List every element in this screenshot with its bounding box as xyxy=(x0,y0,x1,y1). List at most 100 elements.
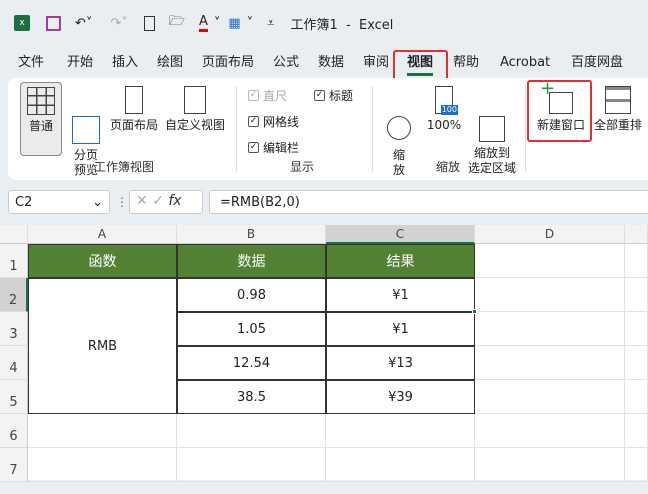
empty-cell[interactable] xyxy=(475,312,625,346)
row-header-1[interactable]: 1 xyxy=(0,244,28,278)
check-icon: ✓ xyxy=(314,90,325,101)
column-header-a[interactable]: A xyxy=(28,225,177,244)
empty-cell[interactable] xyxy=(625,244,648,278)
active-cell-c2[interactable]: ¥1 xyxy=(326,278,475,312)
check-icon: ✓ xyxy=(248,90,259,101)
data-cell-b[interactable]: 1.05 xyxy=(177,312,326,346)
chevron-down-icon: ⌄ xyxy=(92,195,103,210)
tab-review[interactable]: 审阅 xyxy=(363,52,389,74)
gridlines-checkbox[interactable]: ✓ 网格线 xyxy=(248,113,299,130)
table-header-cell[interactable]: 数据 xyxy=(177,244,326,278)
tab-home[interactable]: 开始 xyxy=(67,52,93,74)
column-header-d[interactable]: D xyxy=(475,225,625,244)
page-break-icon xyxy=(72,116,100,144)
custom-views-button[interactable]: 自定义视图 xyxy=(163,86,227,133)
save-icon[interactable] xyxy=(46,15,61,31)
formula-bar: C2 ⌄ ⋮ ✕ ✓ fx =RMB(B2,0) xyxy=(0,186,648,220)
row-header-6[interactable]: 6 xyxy=(0,414,28,448)
redo-icon[interactable]: ↷˅ xyxy=(110,16,127,31)
empty-cell[interactable] xyxy=(475,414,625,448)
result-cell-c[interactable]: ¥39 xyxy=(326,380,475,414)
tab-insert[interactable]: 插入 xyxy=(112,52,138,74)
table-header-cell[interactable]: 函数 xyxy=(28,244,177,278)
page-icon xyxy=(125,86,143,114)
zoom-100-button[interactable]: 100 100% xyxy=(424,86,464,133)
more-icon: ⋮ xyxy=(116,195,128,209)
empty-cell[interactable] xyxy=(475,278,625,312)
formula-input[interactable]: =RMB(B2,0) xyxy=(209,190,648,214)
data-cell-b[interactable]: 12.54 xyxy=(177,346,326,380)
row-header-5[interactable]: 5 xyxy=(0,380,28,414)
new-file-icon[interactable] xyxy=(143,15,155,31)
tab-file[interactable]: 文件 xyxy=(18,52,44,74)
tab-data[interactable]: 数据 xyxy=(318,52,344,74)
undo-icon[interactable]: ↶˅ xyxy=(75,16,92,31)
arrange-all-icon xyxy=(605,86,631,114)
open-folder-icon[interactable]: 🗁 xyxy=(169,12,185,34)
tab-page-layout[interactable]: 页面布局 xyxy=(202,52,254,74)
empty-cell[interactable] xyxy=(625,448,648,482)
empty-cell[interactable] xyxy=(625,346,648,380)
empty-cell[interactable] xyxy=(625,414,648,448)
zoom-button[interactable]: 缩 放 xyxy=(382,86,416,178)
fill-handle[interactable] xyxy=(472,309,477,314)
zoom-selection-icon xyxy=(479,116,505,142)
tab-help[interactable]: 帮助 xyxy=(453,52,479,74)
enter-icon[interactable]: ✓ xyxy=(152,193,164,209)
empty-cell[interactable] xyxy=(475,346,625,380)
empty-cell[interactable] xyxy=(625,312,648,346)
column-header-c[interactable]: C xyxy=(326,225,475,244)
excel-logo-icon: x xyxy=(14,15,30,31)
borders-icon[interactable]: ▦ xyxy=(228,16,240,31)
zoom-to-selection-button[interactable]: 缩放到 选定区域 xyxy=(466,86,518,176)
empty-cell[interactable] xyxy=(625,278,648,312)
check-icon: ✓ xyxy=(248,142,259,153)
merged-cell-a2-a5[interactable]: RMB xyxy=(28,278,177,414)
row-header-3[interactable]: 3 xyxy=(0,312,28,346)
insert-function-button[interactable]: fx xyxy=(168,193,181,209)
row-header-2[interactable]: 2 xyxy=(0,278,28,312)
formula-buttons: ✕ ✓ fx xyxy=(129,190,203,214)
tab-formulas[interactable]: 公式 xyxy=(273,52,299,74)
ruler-checkbox[interactable]: ✓ 直尺 xyxy=(248,87,287,104)
empty-cell[interactable] xyxy=(475,448,625,482)
spreadsheet-grid: A B C D 1 2 3 4 5 6 7 函数 数据 结果 RMB 0.98 ¥1 1.0… xyxy=(0,225,648,482)
empty-cell[interactable] xyxy=(28,448,177,482)
customize-qat-icon[interactable]: ⩡ xyxy=(267,16,274,31)
page-layout-view-button[interactable]: 页面布局 xyxy=(107,86,161,133)
font-color-icon[interactable]: A xyxy=(198,14,208,32)
empty-cell[interactable] xyxy=(475,380,625,414)
normal-view-button[interactable]: 普通 xyxy=(20,82,62,156)
select-all-corner[interactable] xyxy=(0,225,28,244)
result-cell-c[interactable]: ¥13 xyxy=(326,346,475,380)
arrange-all-button[interactable]: 全部重排 xyxy=(592,86,644,133)
empty-cell[interactable] xyxy=(177,448,326,482)
check-icon: ✓ xyxy=(248,116,259,127)
name-box[interactable]: C2 ⌄ xyxy=(8,190,110,214)
magnifier-icon xyxy=(387,116,411,140)
tab-view[interactable]: 视图 xyxy=(407,52,434,76)
empty-cell[interactable] xyxy=(326,414,475,448)
result-cell-c[interactable]: ¥1 xyxy=(326,312,475,346)
cancel-icon[interactable]: ✕ xyxy=(136,193,148,209)
empty-cell[interactable] xyxy=(326,448,475,482)
data-cell-b[interactable]: 38.5 xyxy=(177,380,326,414)
tab-draw[interactable]: 绘图 xyxy=(157,52,183,74)
new-window-button[interactable]: + 新建窗口 xyxy=(532,80,590,133)
row-header-7[interactable]: 7 xyxy=(0,448,28,482)
data-cell-b[interactable]: 0.98 xyxy=(177,278,326,312)
row-header-4[interactable]: 4 xyxy=(0,346,28,380)
tab-acrobat[interactable]: Acrobat xyxy=(500,52,550,74)
tab-baidu[interactable]: 百度网盘 xyxy=(571,52,623,74)
empty-cell[interactable] xyxy=(475,244,625,278)
empty-cell[interactable] xyxy=(28,414,177,448)
separator xyxy=(525,86,526,172)
table-header-cell[interactable]: 结果 xyxy=(326,244,475,278)
headings-checkbox[interactable]: ✓ 标题 xyxy=(314,87,353,104)
formula-bar-checkbox[interactable]: ✓ 编辑栏 xyxy=(248,139,299,156)
empty-cell[interactable] xyxy=(625,380,648,414)
quick-access-toolbar: x ↶˅ ↷˅ 🗁 A ˅ ▦ ˅ ⩡ 工作簿1 - Excel xyxy=(14,12,393,34)
column-header-b[interactable]: B xyxy=(177,225,326,244)
column-header-e[interactable] xyxy=(625,225,648,244)
empty-cell[interactable] xyxy=(177,414,326,448)
